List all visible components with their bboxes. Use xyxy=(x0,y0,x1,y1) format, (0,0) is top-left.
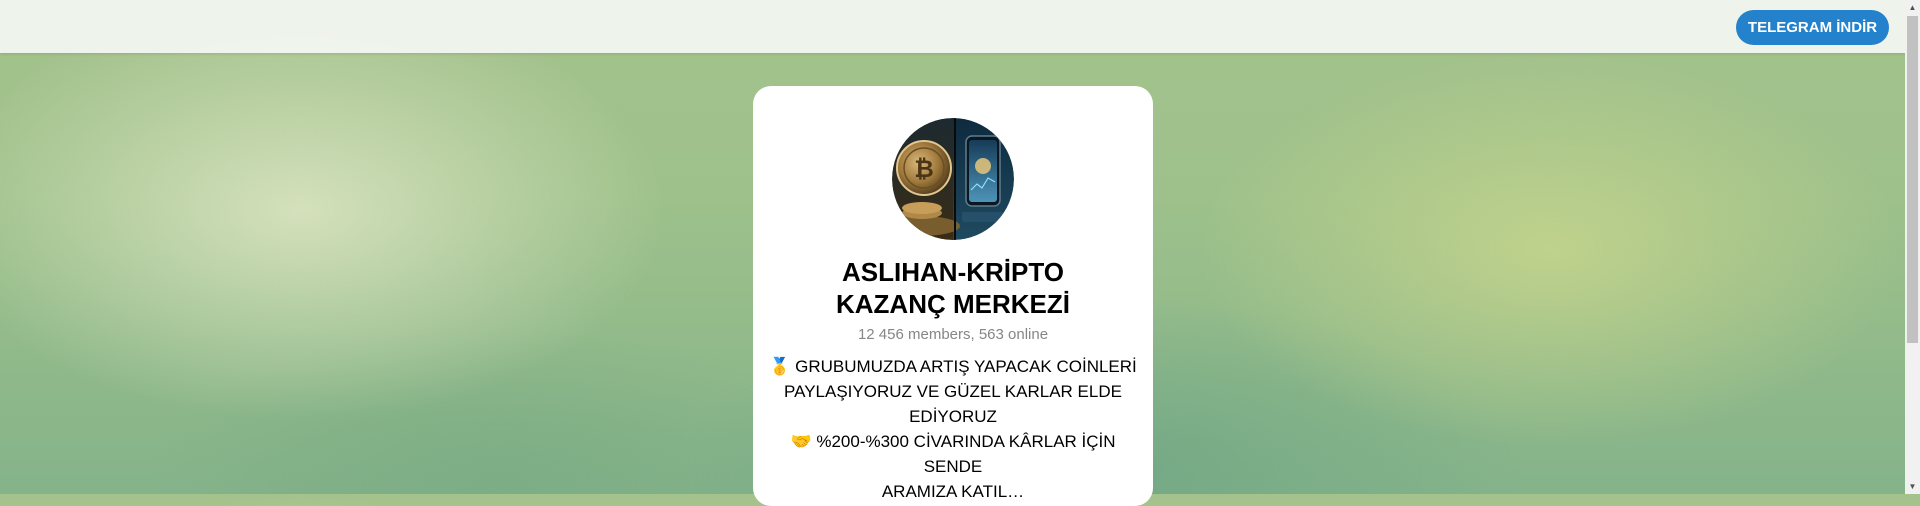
top-header-bar: TELEGRAM İNDİR xyxy=(0,0,1905,53)
description-line: 🤝 %200-%300 CİVARINDA KÂRLAR İÇİN SENDE xyxy=(790,432,1116,476)
description-line: EDİYORUZ xyxy=(909,407,997,426)
channel-title-line: ASLIHAN-KRİPTO xyxy=(842,257,1064,287)
channel-card: ₿ ASLIHAN-KRİPTO KAZANÇ MERKEZİ 12 456 m… xyxy=(753,86,1153,506)
channel-description: 🥇 GRUBUMUZDA ARTIŞ YAPACAK COİNLERİ PAYL… xyxy=(765,354,1141,504)
channel-title: ASLIHAN-KRİPTO KAZANÇ MERKEZİ xyxy=(763,256,1143,320)
description-line: PAYLAŞIYORUZ VE GÜZEL KARLAR ELDE xyxy=(784,382,1122,401)
download-telegram-button[interactable]: TELEGRAM İNDİR xyxy=(1736,10,1889,45)
member-count: 12 456 members, 563 online xyxy=(857,326,1049,343)
scroll-thumb[interactable] xyxy=(1907,16,1918,343)
channel-title-line: KAZANÇ MERKEZİ xyxy=(836,289,1070,319)
bitcoin-coin-and-phone-image: ₿ xyxy=(892,118,1014,240)
scroll-up-arrow-icon[interactable]: ▲ xyxy=(1905,0,1920,15)
page-scrollbar[interactable]: ▲ ▼ xyxy=(1905,0,1920,494)
channel-avatar: ₿ xyxy=(892,118,1014,240)
description-line: ARAMIZA KATIL… xyxy=(881,482,1025,501)
scroll-down-arrow-icon[interactable]: ▼ xyxy=(1905,479,1920,494)
svg-text:₿: ₿ xyxy=(914,155,934,183)
description-line: 🥇 GRUBUMUZDA ARTIŞ YAPACAK COİNLERİ xyxy=(769,357,1137,376)
